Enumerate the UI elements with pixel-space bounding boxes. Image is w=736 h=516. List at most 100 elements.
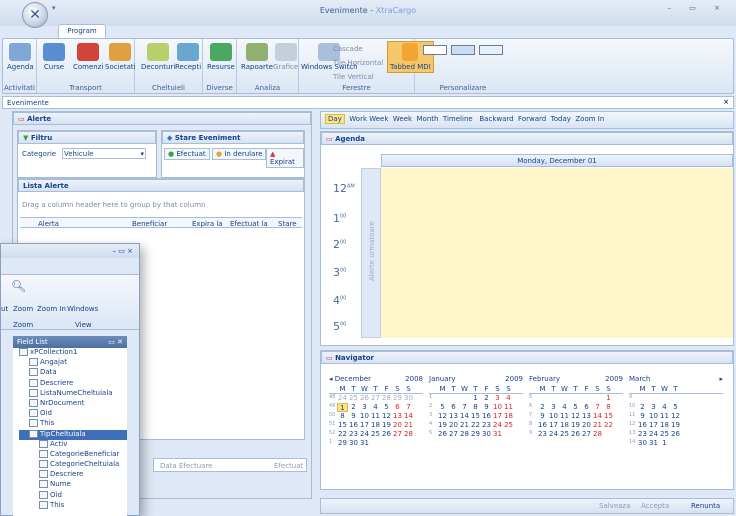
tree-node[interactable]: Descriere: [19, 470, 127, 480]
today-button[interactable]: Today: [551, 115, 571, 123]
day-cell[interactable]: 20: [392, 421, 403, 430]
grafice-button[interactable]: Grafice: [273, 43, 298, 71]
day-cell[interactable]: 15: [470, 412, 481, 421]
week-button[interactable]: Week: [393, 115, 412, 123]
windows-button[interactable]: Windows: [67, 305, 98, 313]
forward-button[interactable]: Forward: [518, 115, 546, 123]
day-cell[interactable]: 27: [448, 430, 459, 439]
day-cell[interactable]: 8: [603, 403, 614, 412]
day-cell[interactable]: [670, 394, 681, 403]
day-cell[interactable]: 14: [459, 412, 470, 421]
day-cell[interactable]: 27: [581, 430, 592, 439]
day-cell[interactable]: [492, 439, 503, 448]
day-cell[interactable]: 1: [659, 439, 670, 448]
day-cell[interactable]: 31: [359, 439, 370, 448]
day-cell[interactable]: 20: [448, 421, 459, 430]
month-calendar[interactable]: February 2009 M T W T F S S 5 1 6 2 3 4 5 6 7 8 7 9 10 11 12 13 1…: [529, 375, 623, 448]
column-efectuat[interactable]: Efectuat la: [230, 220, 268, 228]
month-button[interactable]: Month: [417, 115, 439, 123]
day-cell[interactable]: 7: [403, 403, 414, 412]
day-cell[interactable]: 16: [537, 421, 548, 430]
day-cell[interactable]: [537, 394, 548, 403]
day-cell[interactable]: 30: [348, 439, 359, 448]
zoom-button[interactable]: Zoom: [13, 305, 33, 313]
day-cell[interactable]: 22: [337, 430, 348, 439]
day-cell[interactable]: 6: [392, 403, 403, 412]
tree-node[interactable]: xPCollection1: [19, 348, 127, 358]
day-cell[interactable]: 12: [437, 412, 448, 421]
day-cell[interactable]: 28: [403, 430, 414, 439]
day-cell[interactable]: 21: [592, 421, 603, 430]
day-cell[interactable]: 6: [581, 403, 592, 412]
day-cell[interactable]: 26: [359, 394, 370, 403]
day-cell[interactable]: [670, 439, 681, 448]
tree-node[interactable]: Oid: [19, 409, 127, 419]
tree-node[interactable]: Activ: [19, 439, 127, 450]
day-cell[interactable]: [459, 439, 470, 448]
day-cell[interactable]: 21: [403, 421, 414, 430]
day-cell[interactable]: [448, 439, 459, 448]
field-list-tree[interactable]: xPCollection1 Angajat Data Descriere ListaNu…: [13, 348, 127, 516]
day-cell[interactable]: [392, 439, 403, 448]
day-cell[interactable]: 31: [492, 430, 503, 439]
day-cell[interactable]: 2: [481, 394, 492, 403]
efectuat-check[interactable]: Efectuat: [274, 462, 303, 470]
day-cell[interactable]: 24: [337, 394, 348, 403]
tree-node[interactable]: NrDocument: [19, 398, 127, 409]
day-cell[interactable]: [448, 394, 459, 403]
day-cell[interactable]: 18: [659, 421, 670, 430]
day-cell[interactable]: 15: [337, 421, 348, 430]
day-cell[interactable]: 24: [548, 430, 559, 439]
day-cell[interactable]: [481, 439, 492, 448]
day-cell[interactable]: 18: [559, 421, 570, 430]
column-alerta[interactable]: Alerta: [38, 220, 59, 228]
day-cell[interactable]: 9: [637, 412, 648, 421]
day-cell[interactable]: 9: [481, 403, 492, 412]
day-cell[interactable]: 2: [537, 403, 548, 412]
day-cell[interactable]: 18: [503, 412, 514, 421]
tree-node[interactable]: This: [19, 500, 127, 511]
tree-node[interactable]: Angajat: [19, 358, 127, 368]
day-cell[interactable]: 17: [648, 421, 659, 430]
day-cell[interactable]: 3: [548, 403, 559, 412]
in-derulare-button[interactable]: ● In derulare: [212, 148, 267, 160]
day-cell[interactable]: [581, 394, 592, 403]
day-cell[interactable]: [459, 394, 470, 403]
day-cell[interactable]: 6: [448, 403, 459, 412]
tab-evenimente[interactable]: Evenimente: [7, 99, 49, 107]
cascade-button[interactable]: Cascade: [333, 45, 363, 53]
day-cell[interactable]: [592, 394, 603, 403]
day-cell[interactable]: 10: [359, 412, 370, 421]
comenzi-button[interactable]: Comenzi: [73, 43, 103, 71]
day-cell[interactable]: 9: [537, 412, 548, 421]
day-cell[interactable]: 12: [381, 412, 392, 421]
day-cell[interactable]: 30: [637, 439, 648, 448]
application-menu-button[interactable]: ✕: [22, 2, 48, 28]
day-cell[interactable]: 4: [503, 394, 514, 403]
tree-node[interactable]: CategorieCheltuiala: [19, 460, 127, 470]
day-cell[interactable]: 24: [492, 421, 503, 430]
day-cell[interactable]: 12: [670, 412, 681, 421]
day-cell[interactable]: 1: [603, 394, 614, 403]
day-cell[interactable]: [581, 439, 592, 448]
day-cell[interactable]: 4: [659, 403, 670, 412]
day-cell[interactable]: 10: [648, 412, 659, 421]
day-cell[interactable]: 3: [359, 403, 370, 412]
window-controls[interactable]: – ▭ ×: [668, 4, 728, 12]
recepti-button[interactable]: Recepti: [175, 43, 201, 71]
day-cell[interactable]: 29: [337, 439, 348, 448]
day-cell[interactable]: 28: [592, 430, 603, 439]
day-cell[interactable]: 13: [581, 412, 592, 421]
theme-swatch-blue[interactable]: [423, 45, 447, 55]
day-cell[interactable]: 9: [348, 412, 359, 421]
day-cell[interactable]: [559, 394, 570, 403]
societati-button[interactable]: Societati: [105, 43, 136, 71]
day-cell[interactable]: 13: [392, 412, 403, 421]
tree-node[interactable]: Descriere: [19, 378, 127, 389]
day-cell[interactable]: 3: [648, 403, 659, 412]
month-calendar[interactable]: ◂ December 2008 M T W T F S S 48 24 25 26 27 28 29 30 49 1…: [329, 375, 423, 448]
column-stare[interactable]: Stare: [278, 220, 297, 228]
day-cell[interactable]: 30: [403, 394, 414, 403]
efectuat-button[interactable]: ● Efectuat: [164, 148, 210, 160]
day-header[interactable]: Monday, December 01: [381, 154, 733, 167]
